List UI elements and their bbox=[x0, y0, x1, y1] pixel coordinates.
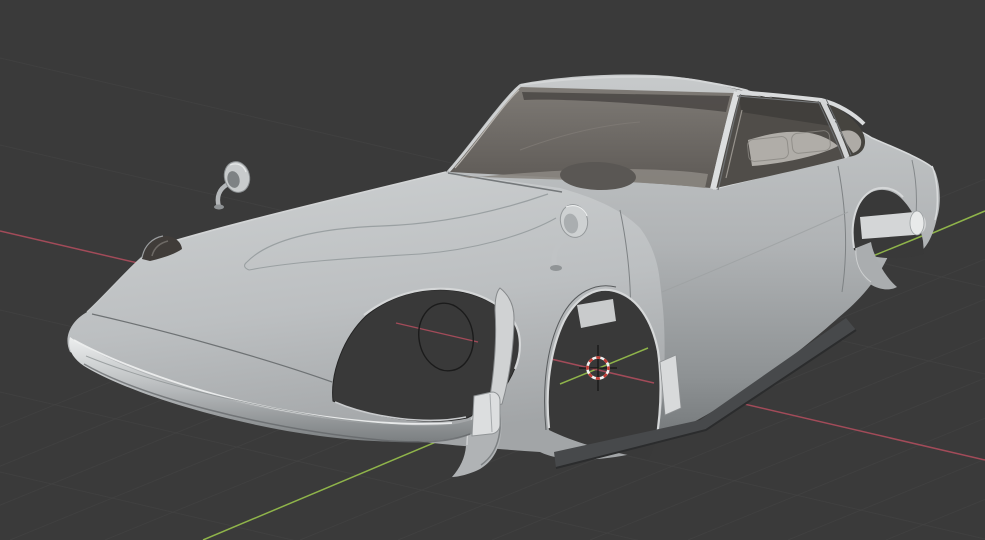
bumper-end-cap bbox=[471, 391, 501, 437]
exhaust-end-cap bbox=[909, 210, 925, 236]
blender-3d-viewport[interactable] bbox=[0, 0, 985, 540]
